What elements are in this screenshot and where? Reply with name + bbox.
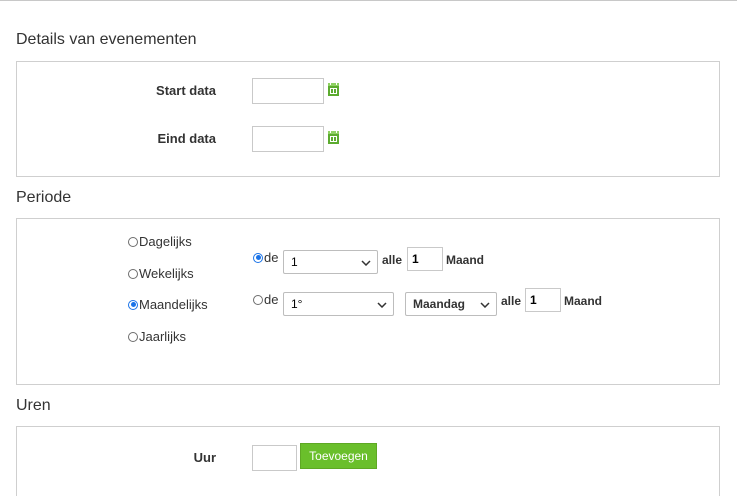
radio-option-monthly[interactable]: Maandelijks (128, 297, 208, 312)
hour-label: Uur (193, 450, 216, 465)
radio-button[interactable] (128, 331, 138, 342)
add-hour-button[interactable]: Toevoegen (300, 443, 377, 469)
select-value: 1° (291, 297, 303, 311)
weekday-select[interactable]: Maandag (405, 292, 497, 316)
periode-section-title: Periode (16, 189, 72, 206)
unit-label: Maand (446, 253, 485, 267)
select-value: 1 (291, 255, 298, 269)
details-panel: Start data Eind data (16, 61, 720, 177)
start-date-input[interactable] (252, 78, 324, 104)
select-value: Maandag (413, 297, 466, 311)
every-months-input[interactable] (407, 247, 443, 271)
start-date-label: Start data (156, 83, 216, 98)
every-months-input[interactable] (525, 288, 561, 312)
periode-panel: Dagelijks Wekelijks Maandelijks Jaarlijk… (16, 218, 720, 385)
monthly-day-option[interactable]: de (253, 250, 278, 265)
radio-label: Jaarlijks (139, 329, 186, 344)
radio-button[interactable] (253, 294, 263, 305)
chevron-down-icon (361, 260, 371, 266)
hour-input[interactable] (252, 445, 297, 471)
end-date-input[interactable] (252, 126, 324, 152)
radio-button[interactable] (128, 268, 138, 279)
week-ordinal-select[interactable]: 1° (283, 292, 394, 316)
radio-button[interactable] (128, 299, 138, 310)
every-label: alle (382, 253, 403, 267)
radio-option-weekly[interactable]: Wekelijks (128, 266, 194, 281)
radio-label: Wekelijks (139, 266, 194, 281)
calendar-icon[interactable] (328, 131, 339, 144)
radio-option-yearly[interactable]: Jaarlijks (128, 329, 186, 344)
details-section-title: Details van evenementen (16, 31, 197, 48)
end-date-label: Eind data (157, 131, 216, 146)
radio-option-daily[interactable]: Dagelijks (128, 234, 192, 249)
radio-button[interactable] (128, 236, 138, 247)
every-label: alle (501, 294, 522, 308)
radio-label: de (264, 292, 279, 307)
uren-section-title: Uren (16, 397, 51, 414)
uren-panel: Uur Toevoegen (16, 426, 720, 496)
chevron-down-icon (480, 302, 490, 308)
monthly-weekday-option[interactable]: de (253, 292, 278, 307)
unit-label: Maand (564, 294, 603, 308)
chevron-down-icon (377, 302, 387, 308)
radio-label: de (264, 250, 279, 265)
top-divider (0, 0, 737, 1)
radio-label: Dagelijks (139, 234, 192, 249)
radio-button[interactable] (253, 252, 263, 263)
calendar-icon[interactable] (328, 83, 339, 96)
day-of-month-select[interactable]: 1 (283, 250, 378, 274)
radio-label: Maandelijks (139, 297, 208, 312)
